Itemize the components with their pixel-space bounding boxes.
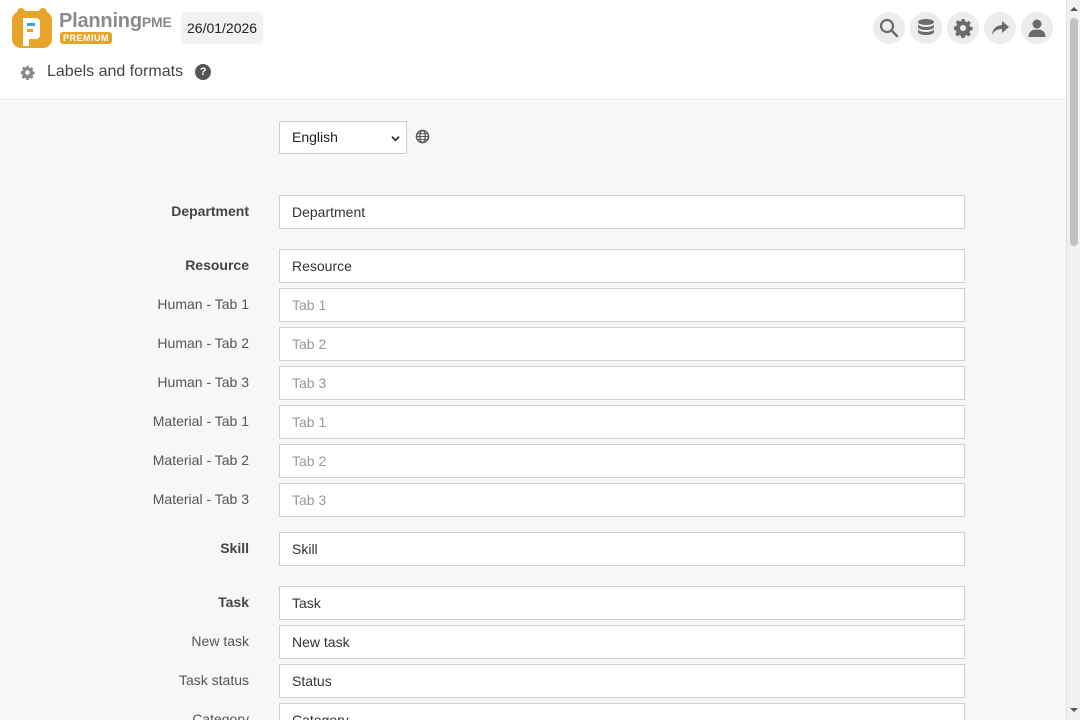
- resource-input[interactable]: Resource: [279, 249, 965, 283]
- database-icon: [918, 19, 934, 35]
- main-content: English Department Department Resource R…: [0, 101, 1066, 720]
- task-label: Task: [218, 594, 249, 610]
- settings-button[interactable]: [947, 12, 979, 44]
- vertical-scrollbar[interactable]: [1066, 0, 1080, 720]
- material-tab1-input[interactable]: Tab 1: [279, 405, 965, 439]
- help-icon[interactable]: ?: [195, 64, 212, 80]
- human-tab1-input[interactable]: Tab 1: [279, 288, 965, 322]
- human-tab3-label: Human - Tab 3: [157, 374, 249, 390]
- department-label: Department: [171, 203, 249, 219]
- department-input[interactable]: Department: [279, 195, 965, 229]
- page-title: Labels and formats: [47, 63, 184, 80]
- human-tab2-input[interactable]: Tab 2: [279, 327, 965, 361]
- material-tab2-label: Material - Tab 2: [152, 452, 249, 468]
- human-tab2-label: Human - Tab 2: [157, 335, 249, 351]
- logo-text: PlanningPME: [59, 10, 172, 32]
- share-icon: [992, 21, 1009, 35]
- database-button[interactable]: [910, 12, 942, 44]
- task-input[interactable]: Task: [279, 586, 965, 620]
- search-button[interactable]: [873, 12, 905, 44]
- top-bar: PlanningPME PREMIUM 26/01/2026 Labels an…: [0, 0, 1066, 100]
- scroll-down-arrow-icon[interactable]: [1069, 705, 1079, 715]
- chevron-down-icon: [391, 136, 400, 142]
- search-icon: [879, 18, 899, 38]
- current-date[interactable]: 26/01/2026: [181, 12, 264, 44]
- material-tab1-label: Material - Tab 1: [152, 413, 249, 429]
- page-header: Labels and formats ?: [20, 60, 212, 84]
- user-button[interactable]: [1021, 12, 1053, 44]
- material-tab2-input[interactable]: Tab 2: [279, 444, 965, 478]
- language-select-value: English: [292, 129, 338, 145]
- task-status-input[interactable]: Status: [279, 664, 965, 698]
- human-tab3-input[interactable]: Tab 3: [279, 366, 965, 400]
- human-tab1-label: Human - Tab 1: [157, 296, 249, 312]
- share-button[interactable]: [984, 12, 1016, 44]
- app-logo[interactable]: PlanningPME PREMIUM: [12, 7, 172, 49]
- globe-icon[interactable]: [415, 129, 430, 144]
- new-task-input[interactable]: New task: [279, 625, 965, 659]
- user-icon: [1028, 19, 1046, 37]
- category-input[interactable]: Category: [279, 703, 965, 720]
- new-task-label: New task: [191, 633, 249, 649]
- gear-icon: [20, 65, 35, 80]
- resource-label: Resource: [185, 257, 249, 273]
- scrollbar-thumb[interactable]: [1070, 18, 1078, 246]
- material-tab3-input[interactable]: Tab 3: [279, 483, 965, 517]
- skill-label: Skill: [220, 540, 249, 556]
- language-select[interactable]: English: [279, 121, 407, 154]
- task-status-label: Task status: [178, 672, 249, 688]
- gear-icon: [954, 19, 973, 38]
- premium-badge: PREMIUM: [60, 32, 112, 44]
- logo-badge-icon: [12, 8, 52, 48]
- skill-input[interactable]: Skill: [279, 532, 965, 566]
- scroll-up-arrow-icon[interactable]: [1069, 4, 1079, 14]
- material-tab3-label: Material - Tab 3: [152, 491, 249, 507]
- category-label: Category: [192, 711, 249, 720]
